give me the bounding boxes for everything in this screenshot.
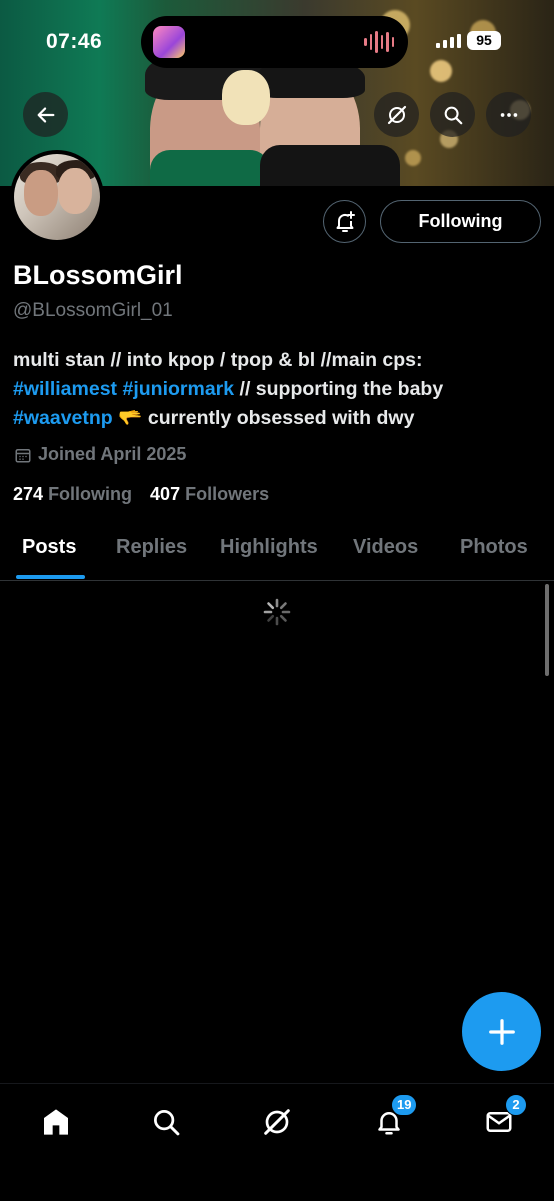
cellular-signal-icon [436,34,461,48]
grok-button[interactable] [374,92,419,137]
more-button[interactable] [486,92,531,137]
profile-tabs: Posts Replies Highlights Videos Photos [0,526,554,581]
hashtag-link[interactable]: #waavetnp [13,407,113,429]
arrow-left-icon [37,106,54,123]
tab-videos[interactable]: Videos [353,536,418,559]
hashtag-link[interactable]: #williamest [13,378,117,400]
followers-stat[interactable]: 407 Followers [150,484,269,505]
bell-plus-icon [336,210,355,232]
search-button[interactable] [430,92,475,137]
nav-messages[interactable]: 2 [479,1094,527,1142]
tab-replies[interactable]: Replies [116,536,187,559]
loading-spinner-icon [263,598,291,626]
following-count: 274 [13,484,44,504]
notifications-badge: 19 [391,1094,418,1116]
profile-avatar[interactable] [10,150,104,244]
nav-notifications[interactable]: 19 [369,1094,418,1142]
search-icon [444,106,462,124]
grok-icon [387,105,406,124]
display-name: BLossomGirl [13,260,183,290]
search-icon [154,1110,180,1136]
nav-home[interactable] [36,1102,76,1142]
back-button[interactable] [23,92,68,137]
bio-emoji: 🫳 [112,407,148,429]
joined-text: Joined April 2025 [38,444,187,464]
now-playing-thumbnail [153,26,185,58]
battery-indicator: 95 [467,31,501,50]
hashtag-link[interactable]: #juniormark [122,378,234,400]
bottom-navigation: 19 2 [0,1083,554,1201]
profile-bio: multi stan // into kpop / tpop & bl //ma… [13,346,533,433]
messages-badge: 2 [505,1094,527,1116]
followers-count: 407 [150,484,181,504]
user-handle: @BLossomGirl_01 [13,300,173,321]
joined-date: Joined April 2025 [14,444,186,465]
active-tab-indicator [16,575,85,579]
home-icon [44,1109,68,1135]
follow-stats: 274 Following 407 Followers [13,484,269,505]
notifications-toggle-button[interactable] [323,200,366,243]
calendar-icon [15,448,31,462]
followers-label: Followers [185,484,270,504]
grok-icon [264,1109,290,1135]
nav-grok[interactable] [257,1102,297,1142]
compose-post-button[interactable] [462,992,541,1071]
status-time: 07:46 [46,30,103,53]
scrollbar[interactable] [545,584,549,676]
following-button[interactable]: Following [380,200,541,243]
following-label: Following [48,484,133,504]
nav-search[interactable] [146,1102,186,1142]
following-stat[interactable]: 274 Following [13,484,132,505]
audio-waveform-icon [364,30,394,54]
dynamic-island[interactable] [141,16,408,68]
plus-icon [488,1018,515,1045]
more-horizontal-icon [500,112,517,117]
tab-photos[interactable]: Photos [460,536,528,559]
tab-posts[interactable]: Posts [22,536,76,559]
status-bar: 07:46 95 [0,0,554,80]
bio-text: multi stan // into kpop / tpop & bl //ma… [13,349,423,371]
tab-highlights[interactable]: Highlights [220,536,318,559]
bio-text: // supporting the baby [234,378,444,400]
bio-text: currently obsessed with dwy [147,407,415,429]
